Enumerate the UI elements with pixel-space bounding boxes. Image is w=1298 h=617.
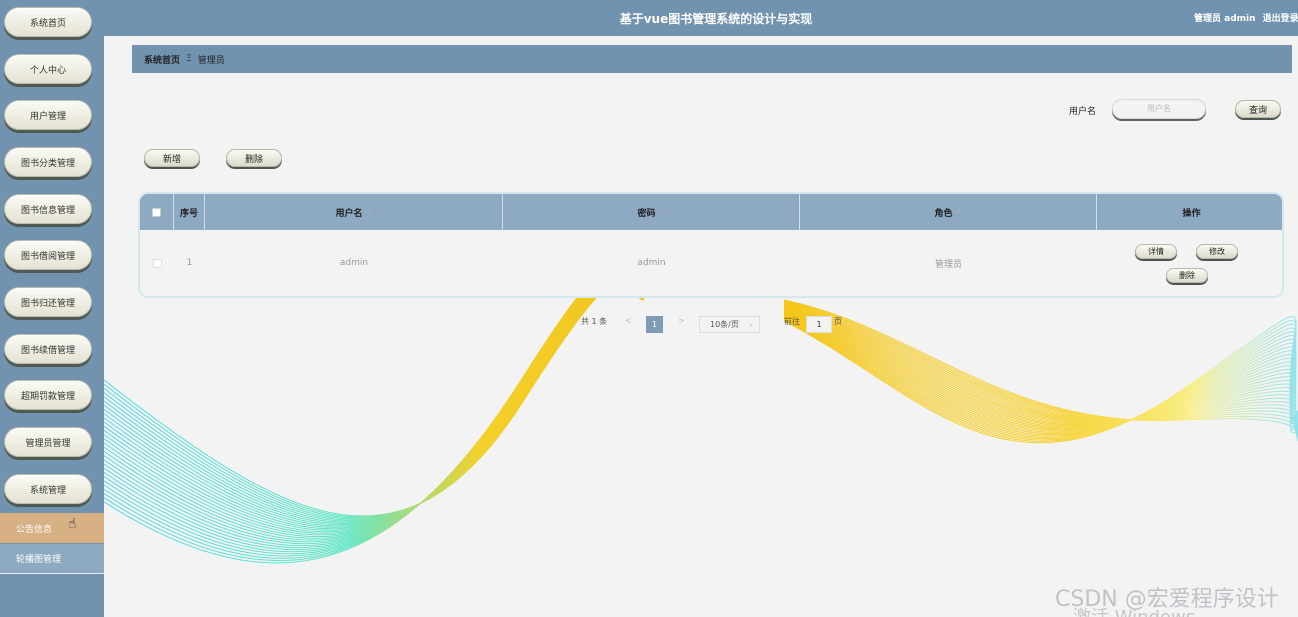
row-checkbox[interactable] — [152, 258, 162, 268]
search-username-label: 用户名 — [1069, 107, 1097, 117]
chevron-down-icon: ⌄ — [748, 320, 754, 328]
sidebar: 系统首页 个人中心 用户管理 图书分类管理 图书信息管理 图书借阅管理 图书归还… — [0, 0, 104, 617]
page-suffix: 页 — [834, 317, 842, 326]
sidebar-item-book-return[interactable]: 图书归还管理 — [4, 287, 92, 317]
sidebar-subitem-announcements[interactable]: 公告信息 — [0, 513, 104, 543]
current-user: 管理员 admin — [1194, 14, 1256, 24]
top-header: 基于vue图书管理系统的设计与实现 管理员 admin 退出登录 — [104, 0, 1298, 36]
wave-left — [104, 290, 645, 564]
sidebar-subitem-carousel[interactable]: 轮播图管理 — [0, 544, 104, 574]
sidebar-item-admin-management[interactable]: 管理员管理 — [4, 427, 92, 457]
row-select-cell — [140, 230, 174, 296]
batch-delete-button[interactable]: 删除 — [226, 149, 282, 167]
row-index: 1 — [186, 258, 193, 268]
goto-label: 前往 — [784, 317, 800, 326]
column-header-password[interactable]: 密码 ⇕ — [503, 194, 800, 230]
edit-button[interactable]: 修改 — [1196, 244, 1238, 259]
sort-icon[interactable]: ⇕ — [366, 208, 372, 216]
wave-right — [783, 299, 1298, 444]
breadcrumb-separator-icon: Ξ — [186, 54, 192, 64]
page-size-select[interactable]: 10条/页 ⌄ — [699, 316, 760, 333]
search-username-input[interactable]: 用户名 — [1112, 99, 1206, 119]
add-button[interactable]: 新增 — [144, 149, 200, 167]
logout-link[interactable]: 退出登录 — [1263, 14, 1298, 24]
activate-windows-text: 激活 Windows — [1073, 603, 1195, 617]
sidebar-item-home[interactable]: 系统首页 — [4, 7, 92, 37]
sidebar-item-overdue-fine[interactable]: 超期罚款管理 — [4, 380, 92, 410]
column-header-username[interactable]: 用户名 ⇕ — [205, 194, 503, 230]
user-info: 管理员 admin 退出登录 — [1194, 11, 1298, 24]
row-username: admin — [339, 258, 369, 268]
sort-icon[interactable]: ⇕ — [956, 208, 962, 216]
search-button[interactable]: 查询 — [1235, 100, 1281, 118]
wave-line — [104, 290, 592, 539]
pagination-total: 共 1 条 — [581, 317, 608, 326]
sidebar-item-system-management[interactable]: 系统管理 — [4, 474, 92, 504]
column-header-role-label: 角色 — [934, 208, 953, 219]
select-all-checkbox[interactable] — [152, 207, 161, 217]
prev-page-icon[interactable]: < — [625, 316, 632, 325]
page-number-current[interactable]: 1 — [646, 316, 663, 333]
select-all-cell — [140, 194, 174, 230]
table-header: 序号 用户名 ⇕ 密码 ⇕ 角色 ⇕ 操作 — [140, 194, 1282, 230]
sidebar-item-book-category[interactable]: 图书分类管理 — [4, 147, 92, 177]
column-header-password-label: 密码 — [637, 208, 656, 219]
next-page-icon[interactable]: > — [678, 316, 685, 325]
column-header-index: 序号 — [174, 194, 205, 230]
app-title: 基于vue图书管理系统的设计与实现 — [619, 12, 813, 26]
page-size-value: 10条/页 — [710, 320, 739, 329]
goto-page-input[interactable]: 1 — [806, 316, 832, 333]
column-header-ops: 操作 — [1182, 208, 1201, 219]
sidebar-item-personal-center[interactable]: 个人中心 — [4, 54, 92, 84]
sidebar-item-book-borrow[interactable]: 图书借阅管理 — [4, 240, 92, 270]
row-delete-button[interactable]: 删除 — [1166, 268, 1208, 283]
hand-cursor-icon: ☝ — [68, 516, 77, 532]
sidebar-item-book-renew[interactable]: 图书续借管理 — [4, 334, 92, 364]
detail-button[interactable]: 详情 — [1135, 244, 1177, 259]
sidebar-item-book-info[interactable]: 图书信息管理 — [4, 194, 92, 224]
column-header-role[interactable]: 角色 ⇕ — [800, 194, 1097, 230]
sort-icon[interactable]: ⇕ — [659, 208, 665, 216]
row-role: 管理员 — [934, 259, 962, 270]
breadcrumb-home[interactable]: 系统首页 — [144, 53, 180, 66]
decorative-wave-background — [104, 290, 1298, 564]
sidebar-item-user-management[interactable]: 用户管理 — [4, 100, 92, 130]
breadcrumb-current: 管理员 — [197, 55, 225, 66]
admin-table: 序号 用户名 ⇕ 密码 ⇕ 角色 ⇕ 操作 1 admin admin 管理员 … — [138, 192, 1284, 298]
column-header-username-label: 用户名 — [335, 208, 363, 219]
breadcrumb: 系统首页 Ξ 管理员 — [132, 45, 1292, 73]
row-password: admin — [637, 258, 666, 268]
